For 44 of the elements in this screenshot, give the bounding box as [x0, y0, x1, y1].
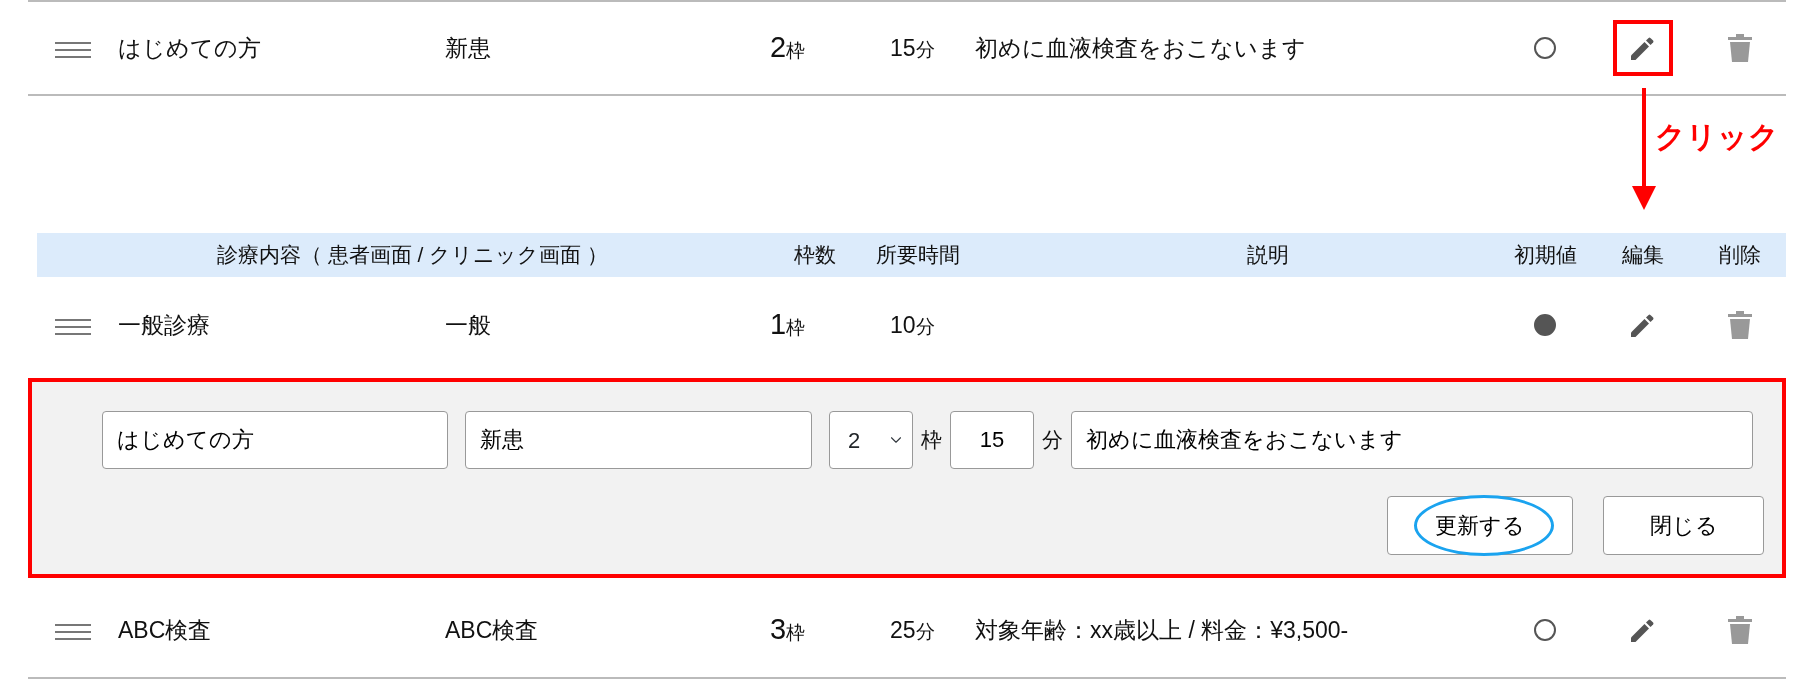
slot-select[interactable]: 2 — [829, 411, 913, 469]
slot-unit-label: 枠 — [921, 427, 942, 454]
pencil-icon — [1630, 618, 1655, 642]
display-name: ABC検査 — [445, 615, 540, 645]
display-name: 一般 — [445, 310, 492, 340]
trash-icon[interactable] — [1728, 34, 1752, 62]
description: 対象年齢：xx歳以上 / 料金：¥3,500- — [975, 615, 1350, 645]
minutes-input[interactable]: 15 — [950, 411, 1034, 469]
default-radio[interactable] — [1534, 314, 1556, 336]
close-button[interactable]: 閉じる — [1603, 496, 1764, 555]
column-header: 枠数 — [793, 242, 837, 269]
trash-icon[interactable] — [1728, 616, 1752, 644]
item-name: 一般診療 — [118, 310, 211, 340]
drag-handle-icon[interactable] — [55, 41, 91, 58]
drag-handle-icon[interactable] — [55, 318, 91, 335]
column-header: 所要時間 — [874, 242, 961, 269]
minutes-unit-label: 分 — [1042, 427, 1063, 454]
duration: 10分 — [889, 310, 936, 340]
name-input[interactable]: はじめての方 — [102, 411, 448, 469]
edit-button[interactable] — [1612, 20, 1673, 76]
pencil-icon — [1630, 36, 1655, 60]
description-input[interactable]: 初めに血液検査をおこないます — [1071, 411, 1753, 469]
annotation-label: クリック — [1655, 119, 1779, 155]
display-name-input[interactable]: 新患 — [465, 411, 812, 469]
drag-handle-icon[interactable] — [55, 623, 91, 640]
description: 初めに血液検査をおこないます — [975, 33, 1307, 63]
duration: 25分 — [889, 615, 936, 645]
column-header: 削除 — [1718, 242, 1762, 269]
column-header: 初期値 — [1512, 242, 1578, 269]
trash-icon[interactable] — [1728, 311, 1752, 339]
duration: 15分 — [889, 33, 936, 63]
slot-count: 1枠 — [770, 307, 807, 343]
column-header: 編集 — [1620, 242, 1665, 269]
default-radio[interactable] — [1534, 37, 1556, 59]
item-name: ABC検査 — [118, 615, 213, 645]
slot-count: 3枠 — [770, 612, 807, 648]
column-header: 説明 — [1245, 242, 1290, 269]
item-name: はじめての方 — [118, 33, 262, 63]
default-radio[interactable] — [1534, 619, 1556, 641]
display-name: 新患 — [445, 33, 492, 63]
update-button[interactable]: 更新する — [1387, 496, 1573, 555]
pencil-icon — [1630, 313, 1655, 337]
slot-count: 2枠 — [770, 30, 807, 66]
column-header: 診療内容（ 患者画面 / クリニック画面 ） — [215, 242, 610, 269]
